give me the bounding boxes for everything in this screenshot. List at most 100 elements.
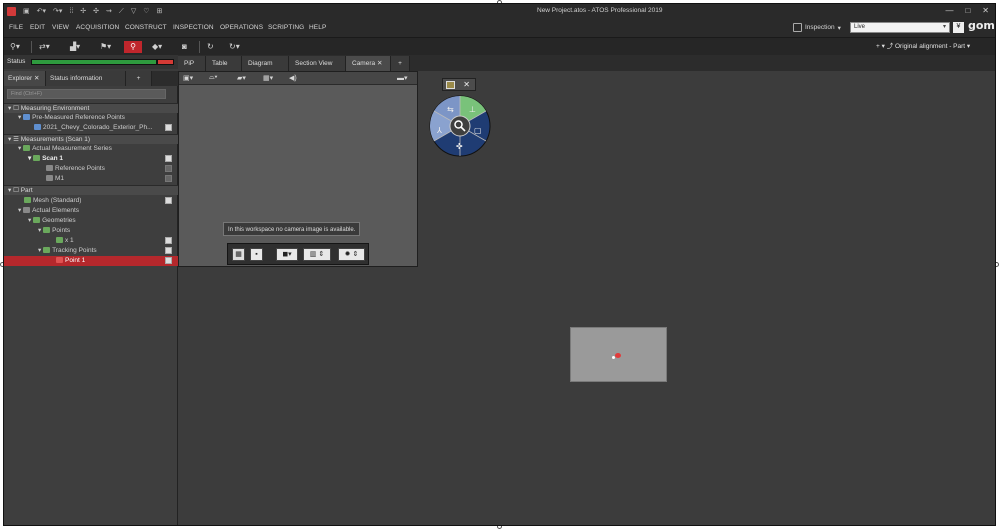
- undo-icon[interactable]: ↶▾: [37, 6, 46, 17]
- brightness-stepper[interactable]: ✹ ⇕: [338, 248, 365, 261]
- align-icon[interactable]: ⇄▾: [39, 41, 50, 53]
- tree-node-actual-elements[interactable]: ▾ Actual Elements: [18, 206, 79, 216]
- tab-section-view[interactable]: Section View: [289, 56, 346, 71]
- brush-icon[interactable]: ⟋: [119, 6, 124, 17]
- filter-icon[interactable]: ▽: [131, 6, 136, 17]
- menu-icon[interactable]: ▬▾: [397, 74, 408, 82]
- speaker-icon[interactable]: ◀): [289, 74, 297, 82]
- maximize-button[interactable]: □: [965, 6, 970, 15]
- menu-operations[interactable]: OPERATIONS: [220, 24, 263, 31]
- tab-status-information[interactable]: Status information: [46, 71, 126, 86]
- visibility-checkbox[interactable]: [165, 155, 172, 162]
- view-icon[interactable]: ⌓▾: [209, 74, 217, 82]
- refresh-icon[interactable]: ↻: [207, 41, 214, 53]
- add-icon[interactable]: + ▾: [876, 43, 885, 50]
- tab-camera-label: Camera: [352, 60, 376, 67]
- tree-node-x1[interactable]: x 1: [56, 236, 74, 246]
- zoom-icon[interactable]: ⚲▾: [10, 41, 20, 53]
- reload-icon[interactable]: ↻▾: [229, 41, 240, 53]
- tab-table[interactable]: Table: [206, 56, 242, 71]
- redo-icon[interactable]: ↷▾: [53, 6, 62, 17]
- tree-node-scan1[interactable]: ▾ Scan 1: [28, 154, 63, 164]
- navigation-icon[interactable]: [446, 81, 455, 89]
- visibility-checkbox[interactable]: [165, 175, 172, 182]
- menu-inspection[interactable]: INSPECTION: [173, 24, 214, 31]
- visibility-checkbox[interactable]: [165, 124, 172, 131]
- tree-node-actual-series[interactable]: ▾ Actual Measurement Series: [18, 144, 112, 154]
- visibility-checkbox[interactable]: [165, 165, 172, 172]
- add-tab-button[interactable]: +: [126, 71, 152, 86]
- visibility-checkbox[interactable]: [165, 247, 172, 254]
- workspace-label: Inspection: [805, 24, 835, 31]
- point-button[interactable]: ▪: [250, 248, 263, 261]
- menu-construct[interactable]: CONSTRUCT: [125, 24, 167, 31]
- camera-icon[interactable]: ◙: [182, 41, 187, 53]
- tab-explorer[interactable]: Explorer ✕: [4, 71, 46, 86]
- add-view-tab-button[interactable]: +: [391, 56, 410, 71]
- menu-help[interactable]: HELP: [309, 24, 326, 31]
- tree-node-reference-points[interactable]: Reference Points: [46, 164, 105, 174]
- resolution-stepper[interactable]: ▥ ⇕: [303, 248, 331, 261]
- svg-text:▢: ▢: [474, 126, 482, 135]
- search-input[interactable]: Find (Ctrl+F): [7, 89, 166, 99]
- grid-toggle-button[interactable]: ▦: [232, 248, 245, 261]
- visibility-checkbox[interactable]: [165, 197, 172, 204]
- 3d-viewport[interactable]: ▣▾ ⌓▾ ▰▾ ▦▾ ◀) ▬▾ In this workspace no c…: [178, 71, 995, 525]
- minimize-button[interactable]: —: [945, 6, 953, 15]
- tree-node-tracking-points[interactable]: ▾ Tracking Points: [38, 246, 97, 256]
- left-panel-tabs: Explorer ✕ Status information +: [4, 71, 178, 86]
- status-error-bar: [157, 59, 174, 65]
- tree-node-pre-measured[interactable]: ▾ Pre-Measured Reference Points: [18, 113, 125, 123]
- grid-icon[interactable]: ▦▾: [263, 74, 273, 82]
- search-tool-button[interactable]: ⚲: [124, 41, 142, 53]
- tree-node-mesh[interactable]: Mesh (Standard): [24, 196, 81, 206]
- save-icon[interactable]: ▣: [23, 6, 30, 17]
- tree-node-geometries[interactable]: ▾ Geometries: [28, 216, 76, 226]
- tab-diagram[interactable]: Diagram: [242, 56, 289, 71]
- more-icon[interactable]: ⊞: [157, 6, 163, 17]
- tab-pip[interactable]: PiP: [178, 56, 206, 71]
- tab-camera[interactable]: Camera ✕: [346, 56, 391, 71]
- menu-acquisition[interactable]: ACQUISITION: [76, 24, 119, 31]
- navigation-wheel-icon[interactable]: ⊥ ⇆ ▢ ✜ ⅄: [429, 95, 491, 157]
- diamond-icon[interactable]: ◆▾: [152, 41, 162, 53]
- link-icon[interactable]: ⇝: [106, 6, 112, 17]
- tree-node-measurements[interactable]: ▾ ☰ Measurements (Scan 1): [4, 134, 178, 144]
- alignment-selector[interactable]: + ▾ ⤴ Original alignment - Part ▾: [876, 41, 970, 53]
- close-navigation-button[interactable]: ✕: [463, 80, 470, 89]
- camera-preview-thumbnail[interactable]: [570, 327, 667, 382]
- tree-node-part[interactable]: ▾ ☐ Part: [4, 185, 178, 195]
- move-icon[interactable]: ✢: [80, 6, 86, 17]
- chart-icon[interactable]: ▟▾: [70, 41, 80, 53]
- comment-icon[interactable]: ▰▾: [237, 74, 246, 82]
- exposure-dropdown[interactable]: ◼▾: [276, 248, 298, 261]
- tree-label: Reference Points: [55, 165, 105, 172]
- tree-node-measuring-environment[interactable]: ▾ ☐ Measuring Environment: [4, 103, 178, 113]
- menu-edit[interactable]: EDIT: [30, 24, 45, 31]
- tree-node-point1-selected[interactable]: Point 1: [4, 256, 178, 266]
- flag-icon[interactable]: ⚑▾: [100, 41, 111, 53]
- menu-view[interactable]: VIEW: [52, 24, 69, 31]
- tree-node-m1[interactable]: M1: [46, 174, 64, 184]
- rotate-icon[interactable]: ✣: [93, 6, 99, 17]
- file-icon: [34, 124, 41, 130]
- close-button[interactable]: ✕: [982, 6, 989, 15]
- tracking-point-marker[interactable]: [615, 353, 621, 358]
- close-icon[interactable]: ✕: [377, 60, 382, 67]
- close-icon[interactable]: ✕: [34, 75, 39, 82]
- funnel-icon[interactable]: ♡: [143, 6, 149, 17]
- tree-node-pre-measured-file[interactable]: 2021_Chevy_Colorado_Exterior_Ph...: [34, 123, 152, 133]
- workspace-selector[interactable]: Inspection ▾: [793, 21, 841, 34]
- menu-file[interactable]: FILE: [9, 24, 23, 31]
- select-icon[interactable]: ⁞⁞: [69, 6, 73, 17]
- tree-label: M1: [55, 175, 65, 182]
- visibility-checkbox[interactable]: [165, 257, 172, 264]
- live-button[interactable]: ¥: [953, 22, 964, 33]
- brand-logo: gom: [968, 19, 995, 32]
- live-dropdown[interactable]: Live ▾: [850, 22, 950, 33]
- menu-scripting[interactable]: SCRIPTING: [268, 24, 304, 31]
- status-progress-bar: [31, 59, 157, 65]
- visibility-checkbox[interactable]: [165, 237, 172, 244]
- fit-icon[interactable]: ▣▾: [183, 74, 193, 82]
- tree-node-points[interactable]: ▾ Points: [38, 226, 70, 236]
